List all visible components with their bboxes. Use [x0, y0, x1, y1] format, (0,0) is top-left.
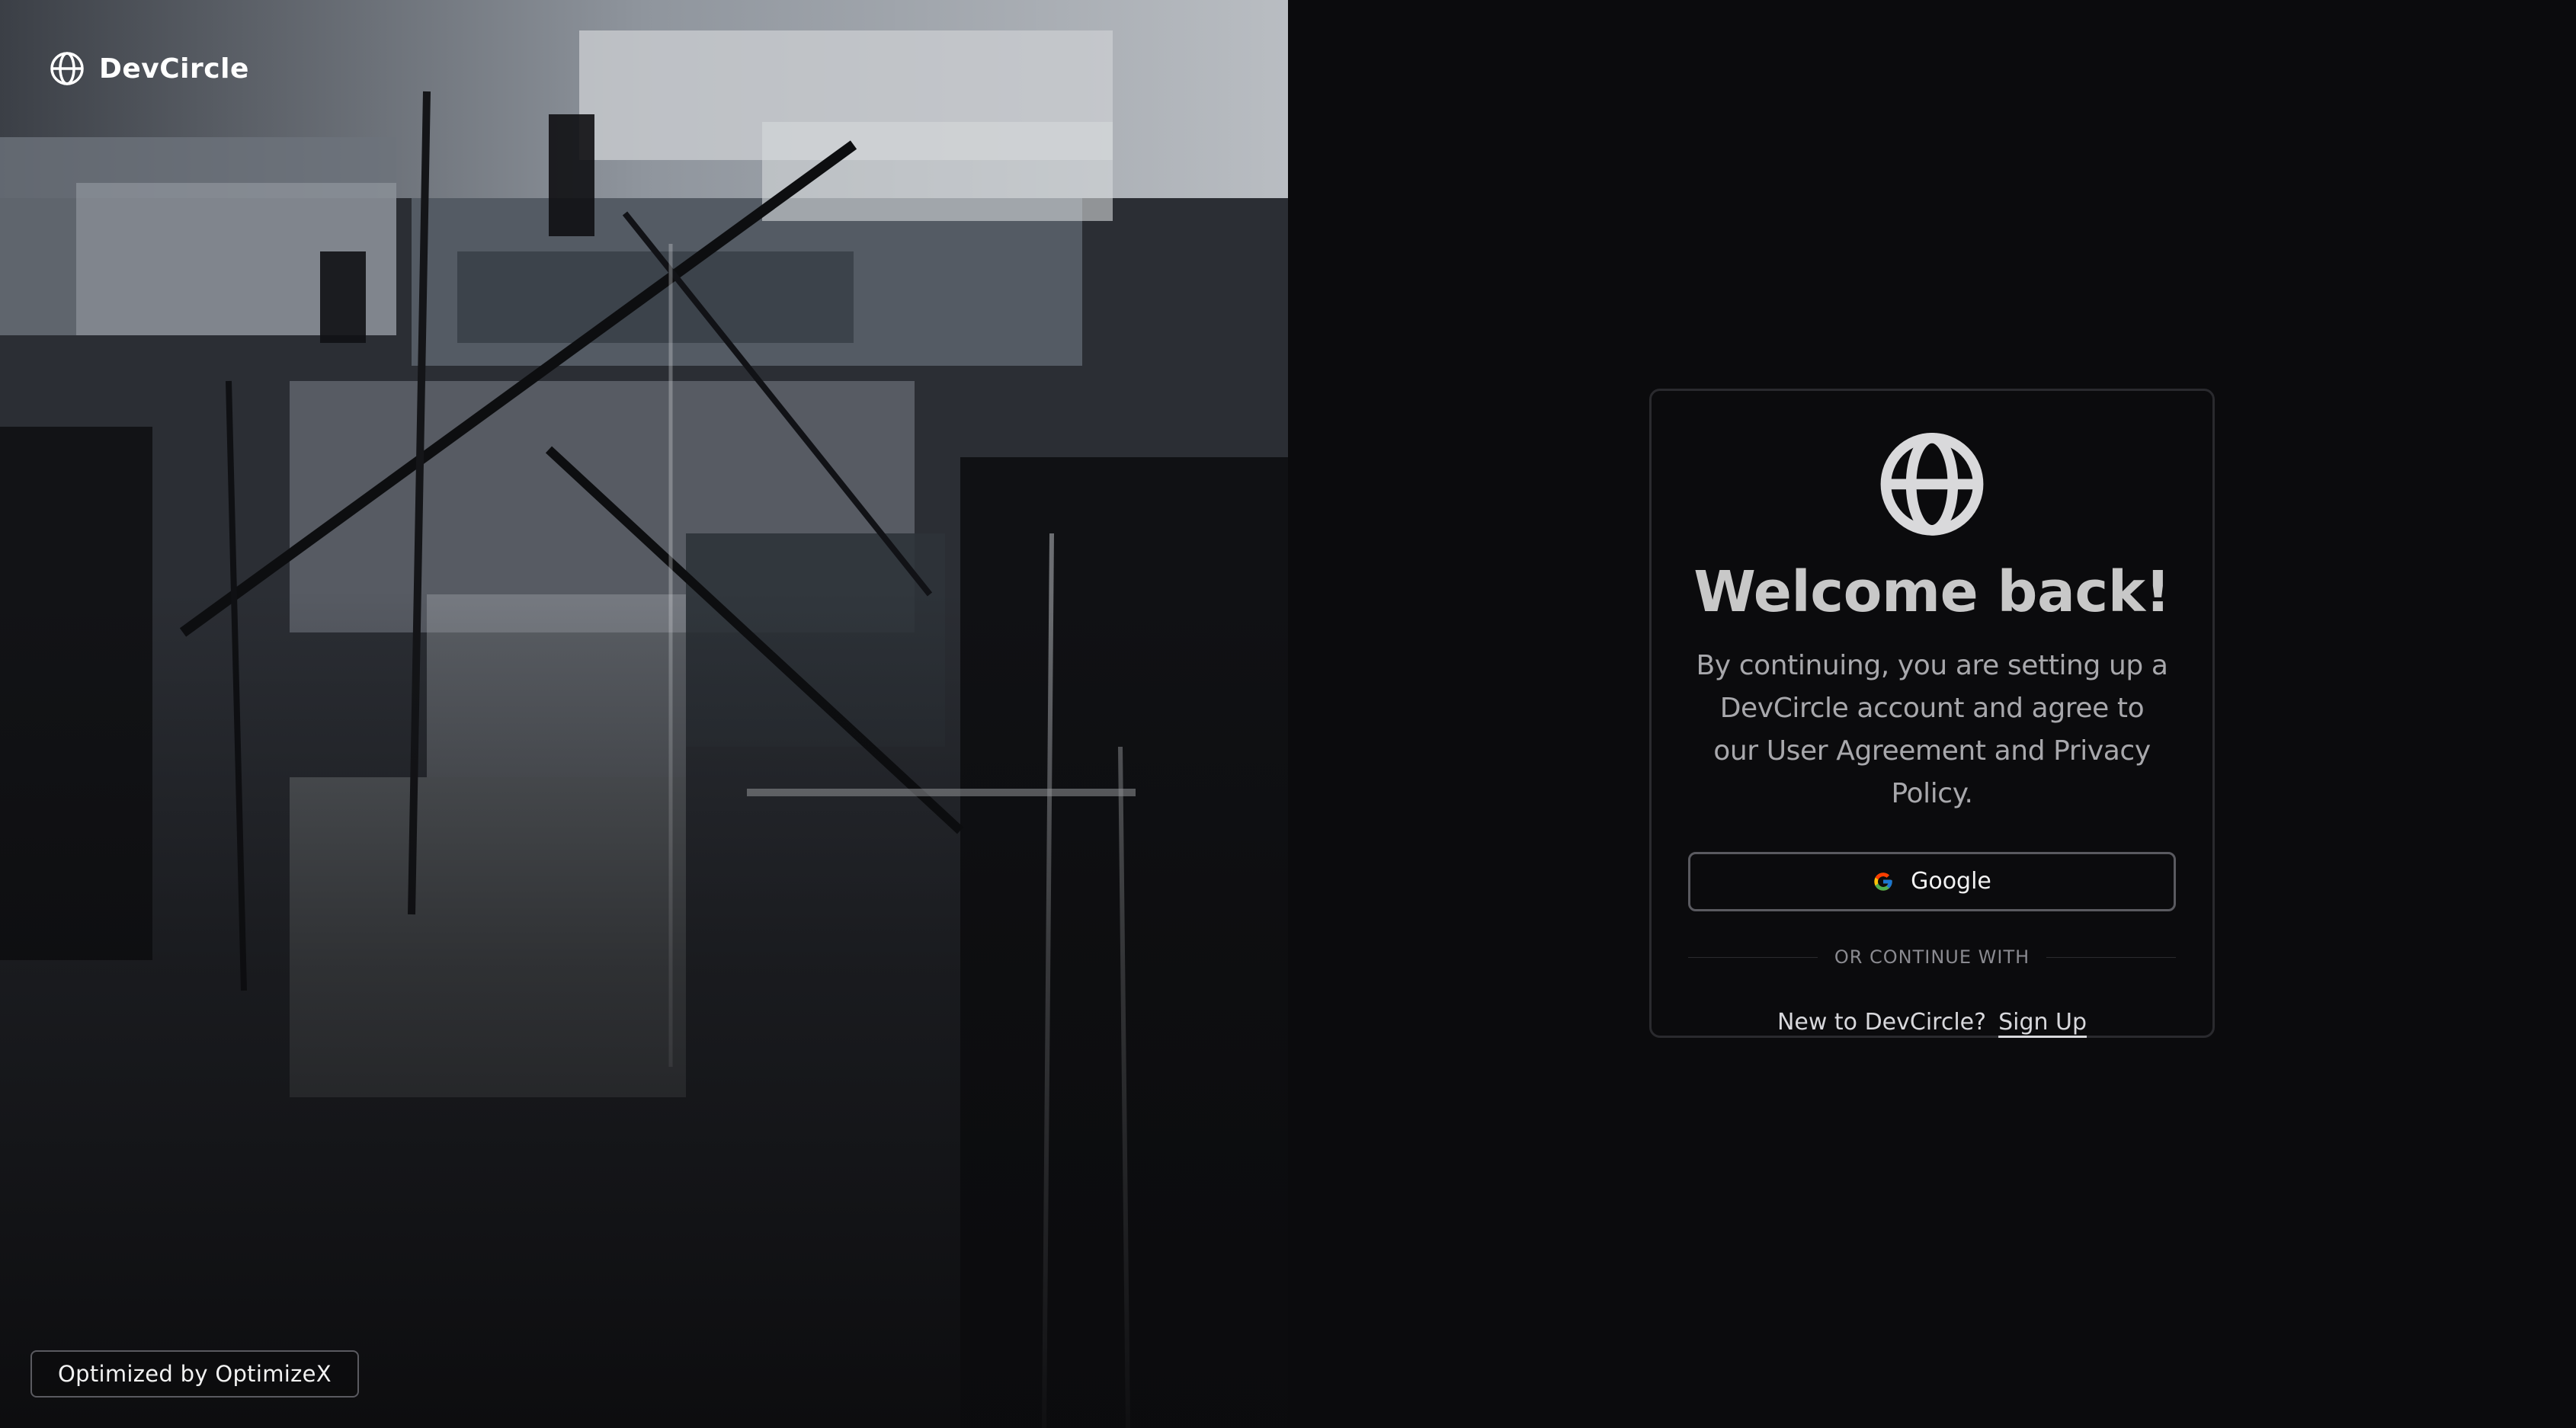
- terms-text: By continuing, you are setting up a DevC…: [1696, 649, 2168, 809]
- google-signin-button[interactable]: Google: [1688, 851, 2176, 911]
- divider-line-right: [2046, 956, 2176, 958]
- google-icon: [1874, 872, 1892, 891]
- divider-line-left: [1688, 956, 1818, 958]
- login-panel: Welcome back! By continuing, you are set…: [1288, 0, 2576, 1428]
- signup-link[interactable]: Sign Up: [1998, 1009, 2087, 1036]
- brand-logo[interactable]: DevCircle: [49, 50, 249, 87]
- login-card: Welcome back! By continuing, you are set…: [1649, 389, 2215, 1038]
- globe-icon: [1880, 432, 1984, 536]
- hero-art-panel: DevCircle Optimized by OptimizeX: [0, 0, 1288, 1428]
- credit-badge[interactable]: Optimized by OptimizeX: [30, 1350, 359, 1398]
- art-gradient-overlay: [0, 590, 1288, 1428]
- page-title: Welcome back!: [1693, 559, 2171, 625]
- globe-icon: [50, 52, 84, 85]
- credit-label: Optimized by OptimizeX: [58, 1361, 332, 1387]
- login-page: DevCircle Optimized by OptimizeX Welcome…: [0, 0, 2576, 1428]
- signup-row: New to DevCircle? Sign Up: [1777, 1009, 2087, 1036]
- signup-prompt: New to DevCircle?: [1777, 1009, 1987, 1036]
- brand-name: DevCircle: [99, 53, 249, 85]
- google-button-label: Google: [1911, 868, 1991, 895]
- divider: OR CONTINUE WITH: [1688, 946, 2176, 968]
- divider-text: OR CONTINUE WITH: [1834, 946, 2030, 968]
